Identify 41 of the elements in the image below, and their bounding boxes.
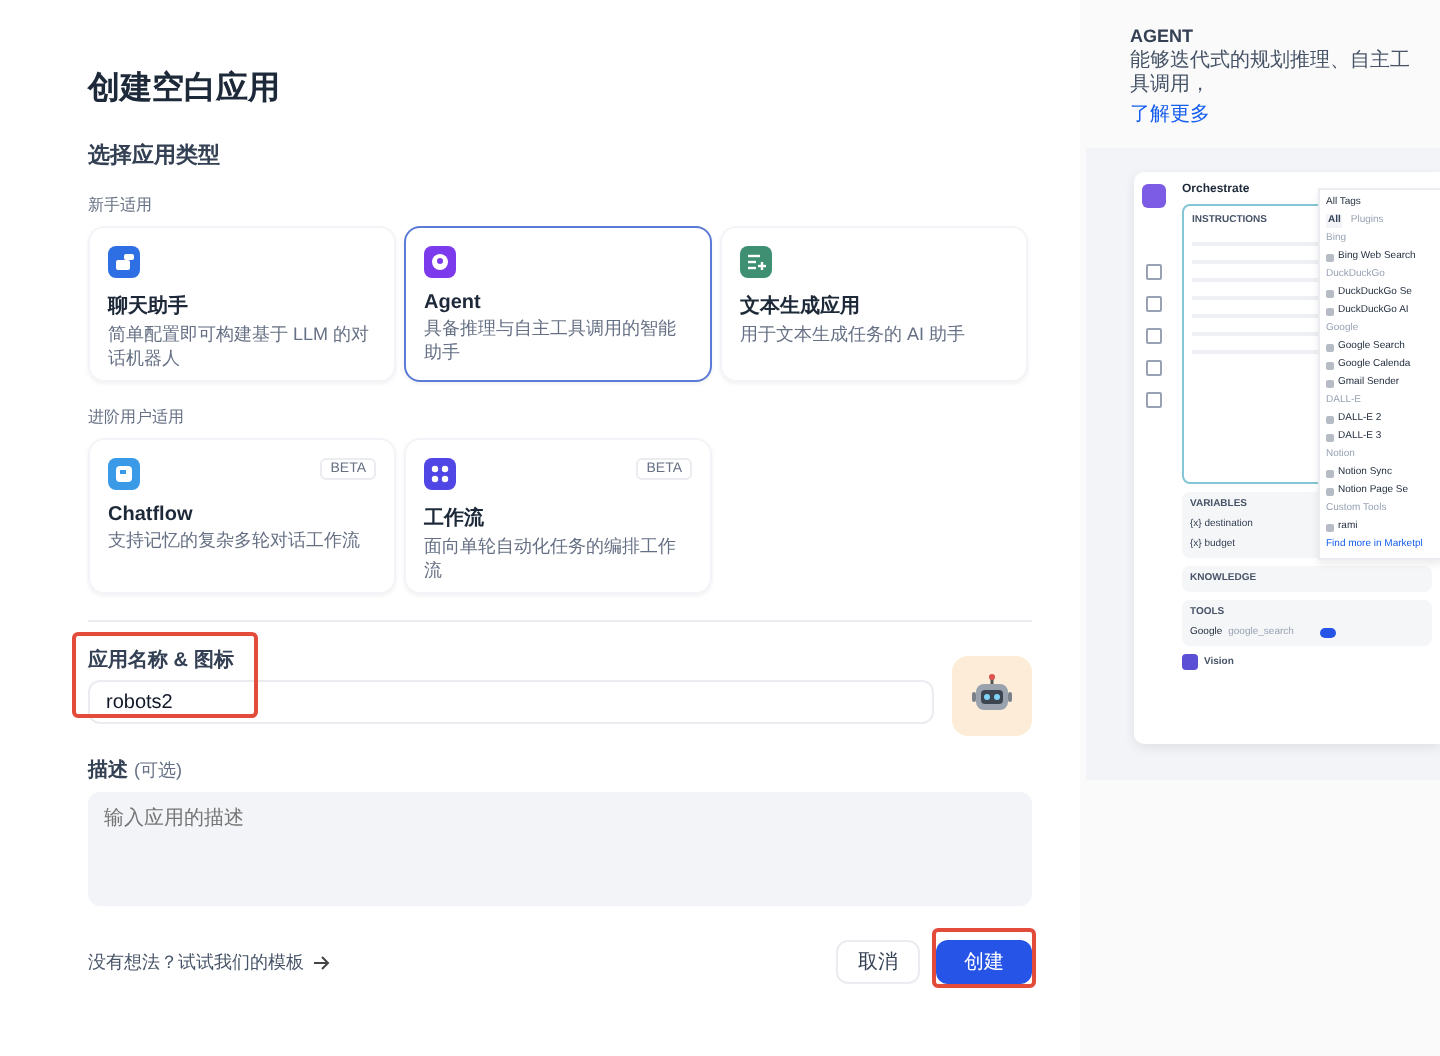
optional-hint: (可选) — [134, 758, 182, 784]
app-type-description: 支持记忆的复杂多轮对话工作流 — [108, 528, 362, 552]
app-type-description: 面向单轮自动化任务的编排工作流 — [424, 534, 678, 582]
tool-icon — [1326, 343, 1334, 351]
tool-icon — [1326, 523, 1334, 531]
create-button[interactable]: 创建 — [936, 940, 1032, 984]
app-type-description: 用于文本生成任务的 AI 助手 — [740, 322, 968, 346]
side-description: 能够迭代式的规划推理、自主工具调用， — [1130, 50, 1412, 98]
app-type-name: 聊天助手 — [108, 293, 190, 320]
group-label: 新手适用 — [88, 194, 154, 216]
tool-icon — [1326, 253, 1334, 261]
tool-icon — [1326, 415, 1334, 423]
cancel-button[interactable]: 取消 — [836, 940, 920, 984]
app-type-name: 工作流 — [424, 504, 486, 532]
app-type-name: 文本生成应用 — [740, 292, 862, 320]
field-label: 描述 — [88, 757, 128, 784]
app-type-card[interactable]: 聊天助手 简单配置即可构建基于 LLM 的对话机器人 — [88, 226, 396, 382]
tool-icon — [1326, 487, 1334, 495]
tool-icon — [1326, 379, 1334, 387]
template-link[interactable]: 没有想法？试试我们的模板 — [88, 949, 330, 975]
description-input-field[interactable]: 输入应用的描述 — [88, 792, 1032, 906]
app-type-card[interactable]: 文本生成应用 用于文本生成任务的 AI 助手 — [720, 226, 1028, 382]
app-type-name: Agent — [424, 292, 483, 314]
field-label: 应用名称 & 图标 — [88, 646, 236, 674]
learn-more-link[interactable]: 了解更多 — [1130, 100, 1440, 128]
robot-icon[interactable] — [952, 656, 1032, 736]
section-label: 选择应用类型 — [88, 141, 222, 170]
tool-icon — [1326, 469, 1334, 477]
app-type-name: Chatflow — [108, 504, 195, 526]
name-input-field[interactable]: robots2 — [88, 680, 934, 724]
tool-icon — [1326, 307, 1334, 315]
app-type-description: 具备推理与自主工具调用的智能助手 — [424, 316, 678, 364]
dialog-title: 创建空白应用 — [88, 68, 282, 110]
tool-icon — [1326, 361, 1334, 369]
app-type-card[interactable]: Agent 具备推理与自主工具调用的智能助手 — [404, 226, 712, 382]
group-label: 进阶用户适用 — [88, 406, 186, 428]
app-type-description: 简单配置即可构建基于 LLM 的对话机器人 — [108, 322, 372, 370]
side-heading: AGENT — [1130, 26, 1195, 46]
tool-icon — [1326, 289, 1334, 297]
arrow-right-icon — [312, 953, 330, 971]
tool-icon — [1326, 433, 1334, 441]
